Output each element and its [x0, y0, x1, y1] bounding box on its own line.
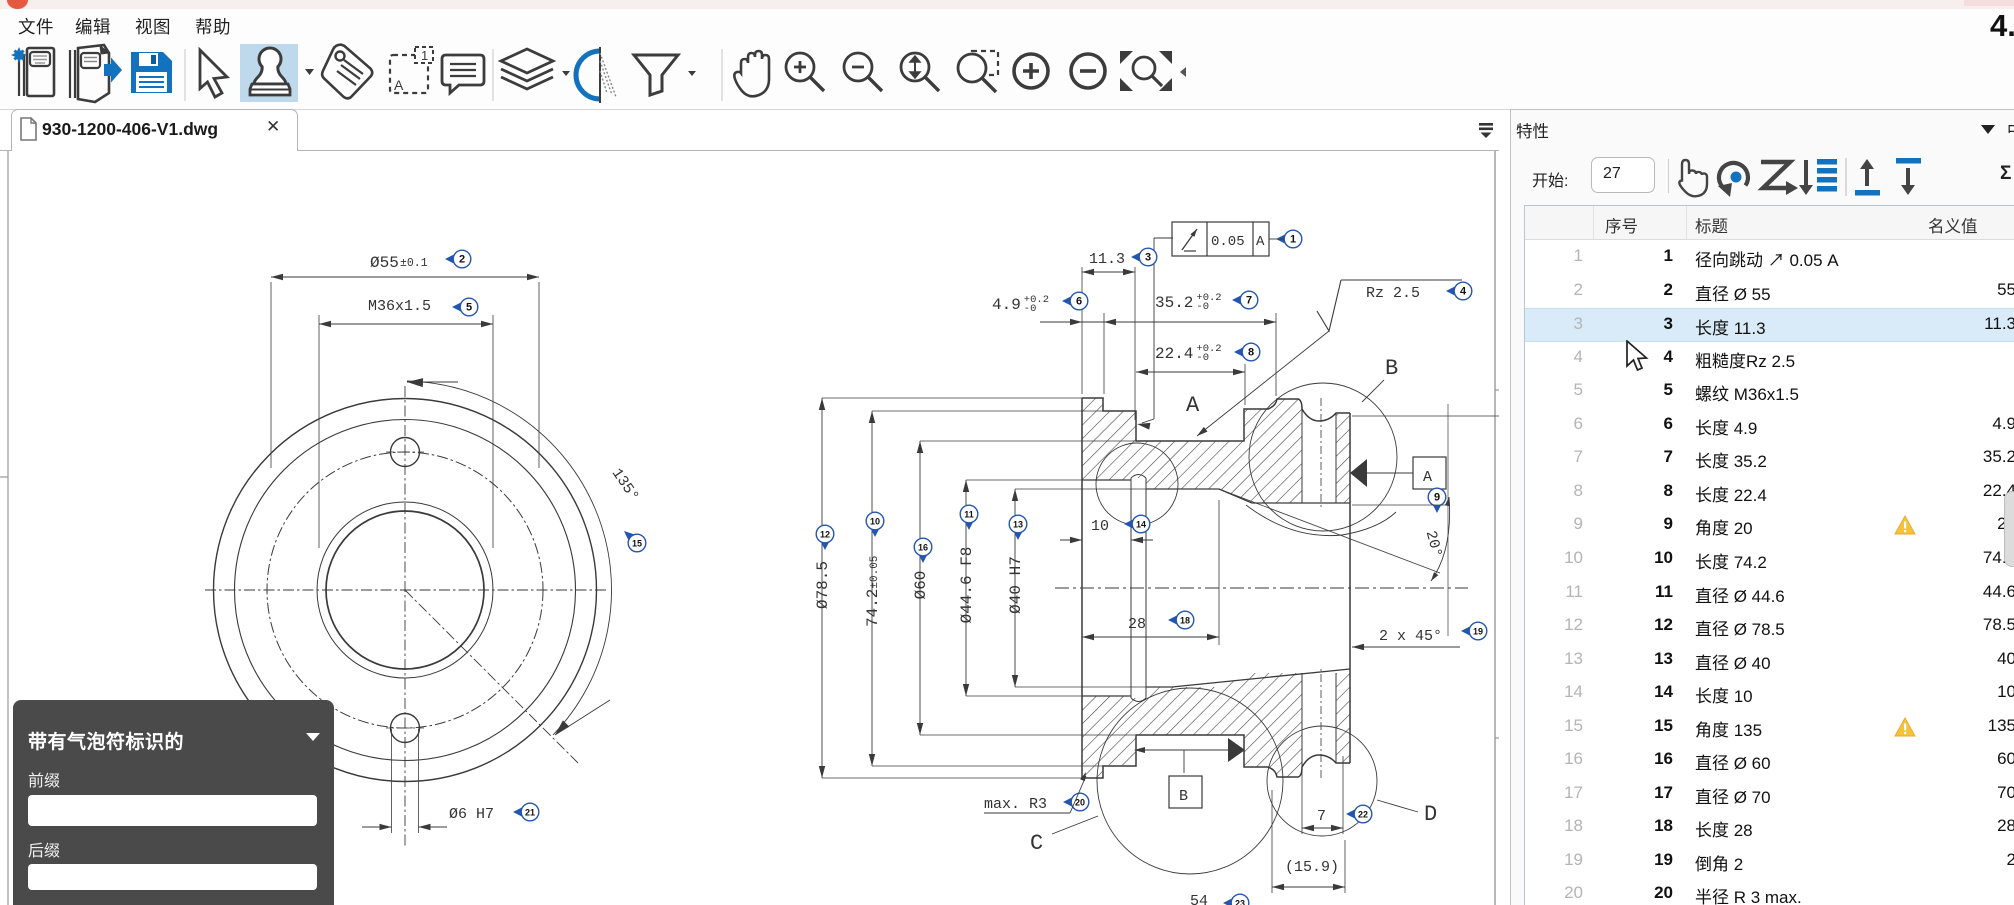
svg-text:18: 18	[1180, 616, 1190, 626]
svg-text:10: 10	[1091, 518, 1109, 535]
svg-text:A: A	[1423, 469, 1432, 486]
svg-text:22: 22	[1358, 810, 1368, 820]
svg-text:1: 1	[1290, 234, 1296, 246]
svg-text:B: B	[1179, 788, 1188, 805]
svg-text:A: A	[1186, 393, 1200, 418]
svg-text:22.4: 22.4	[1155, 345, 1193, 363]
svg-text:2 x 45°: 2 x 45°	[1379, 628, 1442, 645]
svg-text:Ø44.6 F8: Ø44.6 F8	[958, 547, 976, 624]
svg-text:14: 14	[1136, 520, 1146, 530]
svg-text:2: 2	[459, 254, 465, 266]
svg-text:5: 5	[466, 302, 472, 314]
svg-text:11: 11	[964, 510, 974, 520]
svg-text:10: 10	[870, 517, 880, 527]
svg-text:C: C	[1030, 831, 1043, 856]
svg-text:7: 7	[1317, 808, 1326, 825]
svg-text:Ø55: Ø55	[370, 254, 399, 272]
svg-text:12: 12	[820, 530, 830, 540]
svg-text:54: 54	[1190, 893, 1208, 905]
svg-text:21: 21	[525, 808, 535, 818]
svg-text:Ø6 H7: Ø6 H7	[449, 806, 494, 823]
svg-text:8: 8	[1248, 347, 1254, 359]
svg-text:A: A	[1256, 234, 1265, 250]
svg-text:max. R3: max. R3	[984, 796, 1047, 813]
svg-text:-0: -0	[1196, 301, 1209, 313]
svg-text:23: 23	[1235, 899, 1245, 905]
svg-text:(15.9): (15.9)	[1285, 859, 1339, 876]
svg-text:19: 19	[1473, 627, 1483, 637]
svg-text:16: 16	[918, 543, 928, 553]
svg-text:7: 7	[1246, 295, 1252, 307]
svg-text:135°: 135°	[608, 465, 642, 504]
svg-text:B: B	[1385, 356, 1398, 381]
svg-text:13: 13	[1013, 520, 1023, 530]
svg-text:4.9: 4.9	[992, 296, 1021, 314]
svg-text:28: 28	[1128, 616, 1146, 633]
svg-text:M36x1.5: M36x1.5	[368, 298, 431, 315]
svg-text:A: A	[394, 77, 404, 93]
svg-text:74.2±0.05: 74.2±0.05	[864, 556, 882, 627]
svg-text:15: 15	[632, 539, 642, 549]
svg-text:Rz 2.5: Rz 2.5	[1366, 285, 1420, 302]
svg-text:11.3: 11.3	[1089, 251, 1125, 268]
svg-text:6: 6	[1076, 296, 1082, 308]
svg-text:4: 4	[1460, 286, 1467, 298]
svg-text:1: 1	[421, 48, 428, 63]
svg-text:3: 3	[1145, 252, 1151, 264]
svg-text:Ø60: Ø60	[912, 571, 930, 600]
svg-text:D: D	[1424, 802, 1437, 827]
svg-text:±0.1: ±0.1	[400, 257, 428, 270]
svg-text:20°: 20°	[1422, 529, 1445, 559]
svg-text:-0: -0	[1024, 303, 1037, 315]
svg-text:9: 9	[1434, 492, 1440, 504]
svg-text:Ø40 H7: Ø40 H7	[1007, 556, 1025, 614]
svg-text:35.2: 35.2	[1155, 294, 1193, 312]
svg-text:0.05: 0.05	[1211, 234, 1245, 250]
svg-text:-0: -0	[1196, 352, 1209, 364]
svg-text:Ø78.5: Ø78.5	[814, 561, 832, 609]
